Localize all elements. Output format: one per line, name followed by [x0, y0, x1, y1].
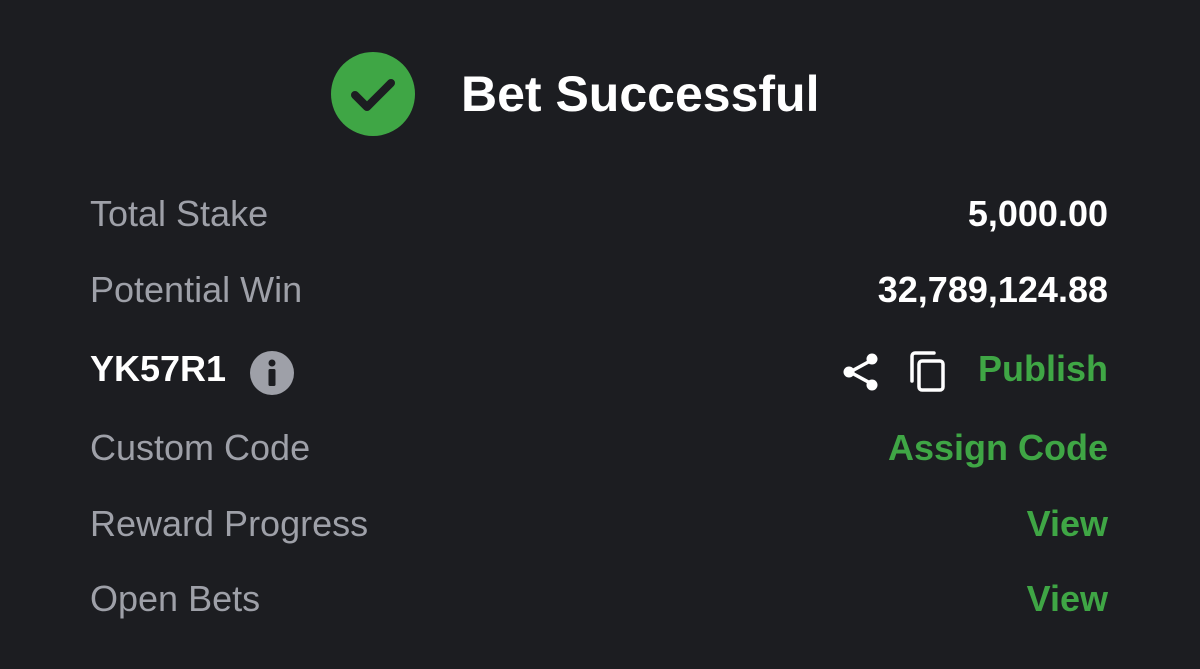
total-stake-value: 5,000.00	[967, 193, 1108, 234]
reward-progress-row: Reward Progress View	[90, 500, 1108, 548]
total-stake-label: Total Stake	[90, 193, 269, 234]
open-bets-label: Open Bets	[90, 578, 261, 619]
potential-win-label: Potential Win	[90, 269, 303, 310]
booking-code: YK57R1	[90, 348, 227, 389]
publish-button[interactable]: Publish	[978, 345, 1108, 393]
bet-success-header: Bet Successful	[0, 52, 1200, 136]
potential-win-value: 32,789,124.88	[877, 269, 1108, 310]
page-title: Bet Successful	[461, 66, 820, 122]
assign-code-button[interactable]: Assign Code	[888, 424, 1108, 472]
share-icon[interactable]	[840, 351, 882, 393]
check-circle-icon	[331, 52, 415, 136]
open-bets-view-button[interactable]: View	[1027, 575, 1108, 623]
reward-progress-view-button[interactable]: View	[1027, 500, 1108, 548]
custom-code-label: Custom Code	[90, 427, 311, 468]
booking-code-row: YK57R1 Publish	[90, 345, 1108, 395]
reward-progress-label: Reward Progress	[90, 503, 369, 544]
potential-win-row: Potential Win 32,789,124.88	[90, 266, 1108, 314]
copy-icon[interactable]	[908, 351, 948, 393]
info-icon[interactable]	[250, 351, 294, 395]
custom-code-row: Custom Code Assign Code	[90, 424, 1108, 472]
open-bets-row: Open Bets View	[90, 575, 1108, 623]
total-stake-row: Total Stake 5,000.00	[90, 190, 1108, 238]
